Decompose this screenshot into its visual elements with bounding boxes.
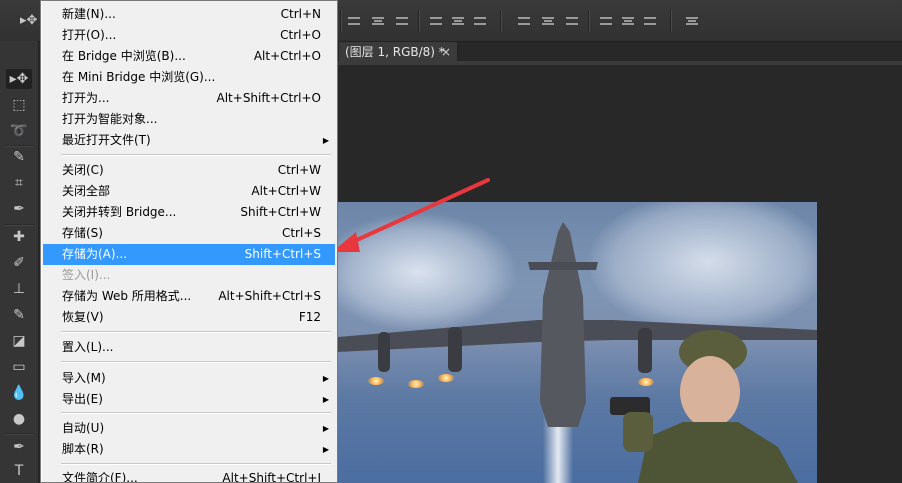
align-bottom-icon[interactable] xyxy=(394,13,410,29)
align-horizontal-center-icon[interactable] xyxy=(450,13,466,29)
document-tab-title: (图层 1, RGB/8) * xyxy=(345,45,445,59)
divider xyxy=(588,10,590,32)
eraser-tool-icon[interactable]: ◪ xyxy=(6,331,32,351)
menu-item-new[interactable]: 新建(N)... Ctrl+N xyxy=(43,4,335,25)
flare xyxy=(368,377,384,385)
menu-item-save-for-web[interactable]: 存储为 Web 所用格式... Alt+Shift+Ctrl+S xyxy=(43,286,335,307)
history-brush-tool-icon[interactable]: ✎ xyxy=(6,305,32,325)
align-left-icon[interactable] xyxy=(428,13,444,29)
align-vertical-center-icon[interactable] xyxy=(370,13,386,29)
menu-separator xyxy=(61,361,331,363)
menu-item-import[interactable]: 导入(M) ▶ xyxy=(43,368,335,389)
move-tool-icon[interactable]: ▸✥ xyxy=(6,69,32,89)
menu-item-file-info[interactable]: 文件简介(F)... Alt+Shift+Ctrl+I xyxy=(43,468,335,482)
menu-item-open-recent[interactable]: 最近打开文件(T) ▶ xyxy=(43,130,335,151)
healing-brush-tool-icon[interactable]: ✚ xyxy=(6,227,32,247)
crop-tool-icon[interactable]: ⌗ xyxy=(6,173,32,193)
gradient-tool-icon[interactable]: ▭ xyxy=(6,357,32,377)
marquee-tool-icon[interactable]: ⬚ xyxy=(6,95,32,115)
file-menu: 新建(N)... Ctrl+N 打开(O)... Ctrl+O 在 Bridge… xyxy=(40,0,338,483)
type-tool-icon[interactable]: T xyxy=(6,461,32,481)
menu-item-browse-in-mini-bridge[interactable]: 在 Mini Bridge 中浏览(G)... xyxy=(43,67,335,88)
menu-item-automate[interactable]: 自动(U) ▶ xyxy=(43,418,335,439)
align-right-icon[interactable] xyxy=(472,13,488,29)
brush-tool-icon[interactable]: ✐ xyxy=(6,253,32,273)
aircraft-engine xyxy=(448,327,462,372)
dodge-tool-icon[interactable]: ● xyxy=(6,409,32,429)
soldier-hand xyxy=(623,412,653,452)
menu-separator xyxy=(61,154,331,156)
submenu-arrow-icon: ▶ xyxy=(322,136,329,145)
submenu-arrow-icon: ▶ xyxy=(322,445,329,454)
menu-item-check-in[interactable]: 签入(I)... xyxy=(43,265,335,286)
move-tool-preset-icon[interactable]: ▸✥ xyxy=(20,13,37,29)
aircraft-fuselage xyxy=(540,222,586,427)
menu-separator xyxy=(61,463,331,465)
aircraft-engine xyxy=(638,328,652,373)
divider xyxy=(418,10,420,32)
distribute-bottom-icon[interactable] xyxy=(564,13,580,29)
menu-item-save[interactable]: 存储(S) Ctrl+S xyxy=(43,223,335,244)
align-top-icon[interactable] xyxy=(346,13,362,29)
flare xyxy=(638,378,654,386)
distribute-top-icon[interactable] xyxy=(516,13,532,29)
divider xyxy=(500,10,502,32)
menu-item-revert[interactable]: 恢复(V) F12 xyxy=(43,307,335,328)
soldier-body xyxy=(638,422,798,483)
flare xyxy=(438,374,454,382)
submenu-arrow-icon: ▶ xyxy=(322,424,329,433)
menu-item-open-as-smart-object[interactable]: 打开为智能对象... xyxy=(43,109,335,130)
soldier-face xyxy=(680,356,740,428)
auto-align-layers-icon[interactable] xyxy=(684,13,700,29)
divider xyxy=(4,433,34,435)
divider xyxy=(670,10,672,32)
document-tab[interactable]: (图层 1, RGB/8) * × xyxy=(338,41,458,62)
clone-stamp-tool-icon[interactable]: ⊥ xyxy=(6,279,32,299)
distribute-right-icon[interactable] xyxy=(642,13,658,29)
submenu-arrow-icon: ▶ xyxy=(322,395,329,404)
lasso-tool-icon[interactable]: ➰ xyxy=(6,121,32,141)
menu-item-close-all[interactable]: 关闭全部 Alt+Ctrl+W xyxy=(43,181,335,202)
divider xyxy=(4,224,34,226)
menu-item-close[interactable]: 关闭(C) Ctrl+W xyxy=(43,160,335,181)
tab-strip xyxy=(338,61,902,65)
aircraft-engine xyxy=(378,332,390,372)
blur-tool-icon[interactable]: 💧 xyxy=(6,383,32,403)
menu-item-open[interactable]: 打开(O)... Ctrl+O xyxy=(43,25,335,46)
annotation-arrow xyxy=(332,178,490,252)
menu-separator xyxy=(61,331,331,333)
close-tab-icon[interactable]: × xyxy=(441,42,451,62)
tools-panel: ▸✥ ⬚ ➰ ✎ ⌗ ✒ ✚ ✐ ⊥ ✎ ◪ ▭ 💧 ● ✒ T xyxy=(0,41,39,483)
flare xyxy=(408,380,424,388)
menu-separator xyxy=(61,412,331,414)
menu-item-browse-in-bridge[interactable]: 在 Bridge 中浏览(B)... Alt+Ctrl+O xyxy=(43,46,335,67)
aircraft-tail xyxy=(528,262,598,270)
distribute-vertical-center-icon[interactable] xyxy=(540,13,556,29)
divider xyxy=(340,10,342,32)
menu-item-place[interactable]: 置入(L)... xyxy=(43,337,335,358)
distribute-horizontal-center-icon[interactable] xyxy=(620,13,636,29)
eyedropper-tool-icon[interactable]: ✒ xyxy=(6,199,32,219)
menu-item-close-and-go-to-bridge[interactable]: 关闭并转到 Bridge... Shift+Ctrl+W xyxy=(43,202,335,223)
submenu-arrow-icon: ▶ xyxy=(322,374,329,383)
pen-tool-icon[interactable]: ✒ xyxy=(6,437,32,457)
menu-item-open-as[interactable]: 打开为... Alt+Shift+Ctrl+O xyxy=(43,88,335,109)
menu-item-scripts[interactable]: 脚本(R) ▶ xyxy=(43,439,335,460)
annotation-arrow-shaft xyxy=(346,178,490,246)
quick-select-tool-icon[interactable]: ✎ xyxy=(6,147,32,167)
menu-item-save-as[interactable]: 存储为(A)... Shift+Ctrl+S xyxy=(43,244,335,265)
distribute-left-icon[interactable] xyxy=(598,13,614,29)
menu-item-export[interactable]: 导出(E) ▶ xyxy=(43,389,335,410)
